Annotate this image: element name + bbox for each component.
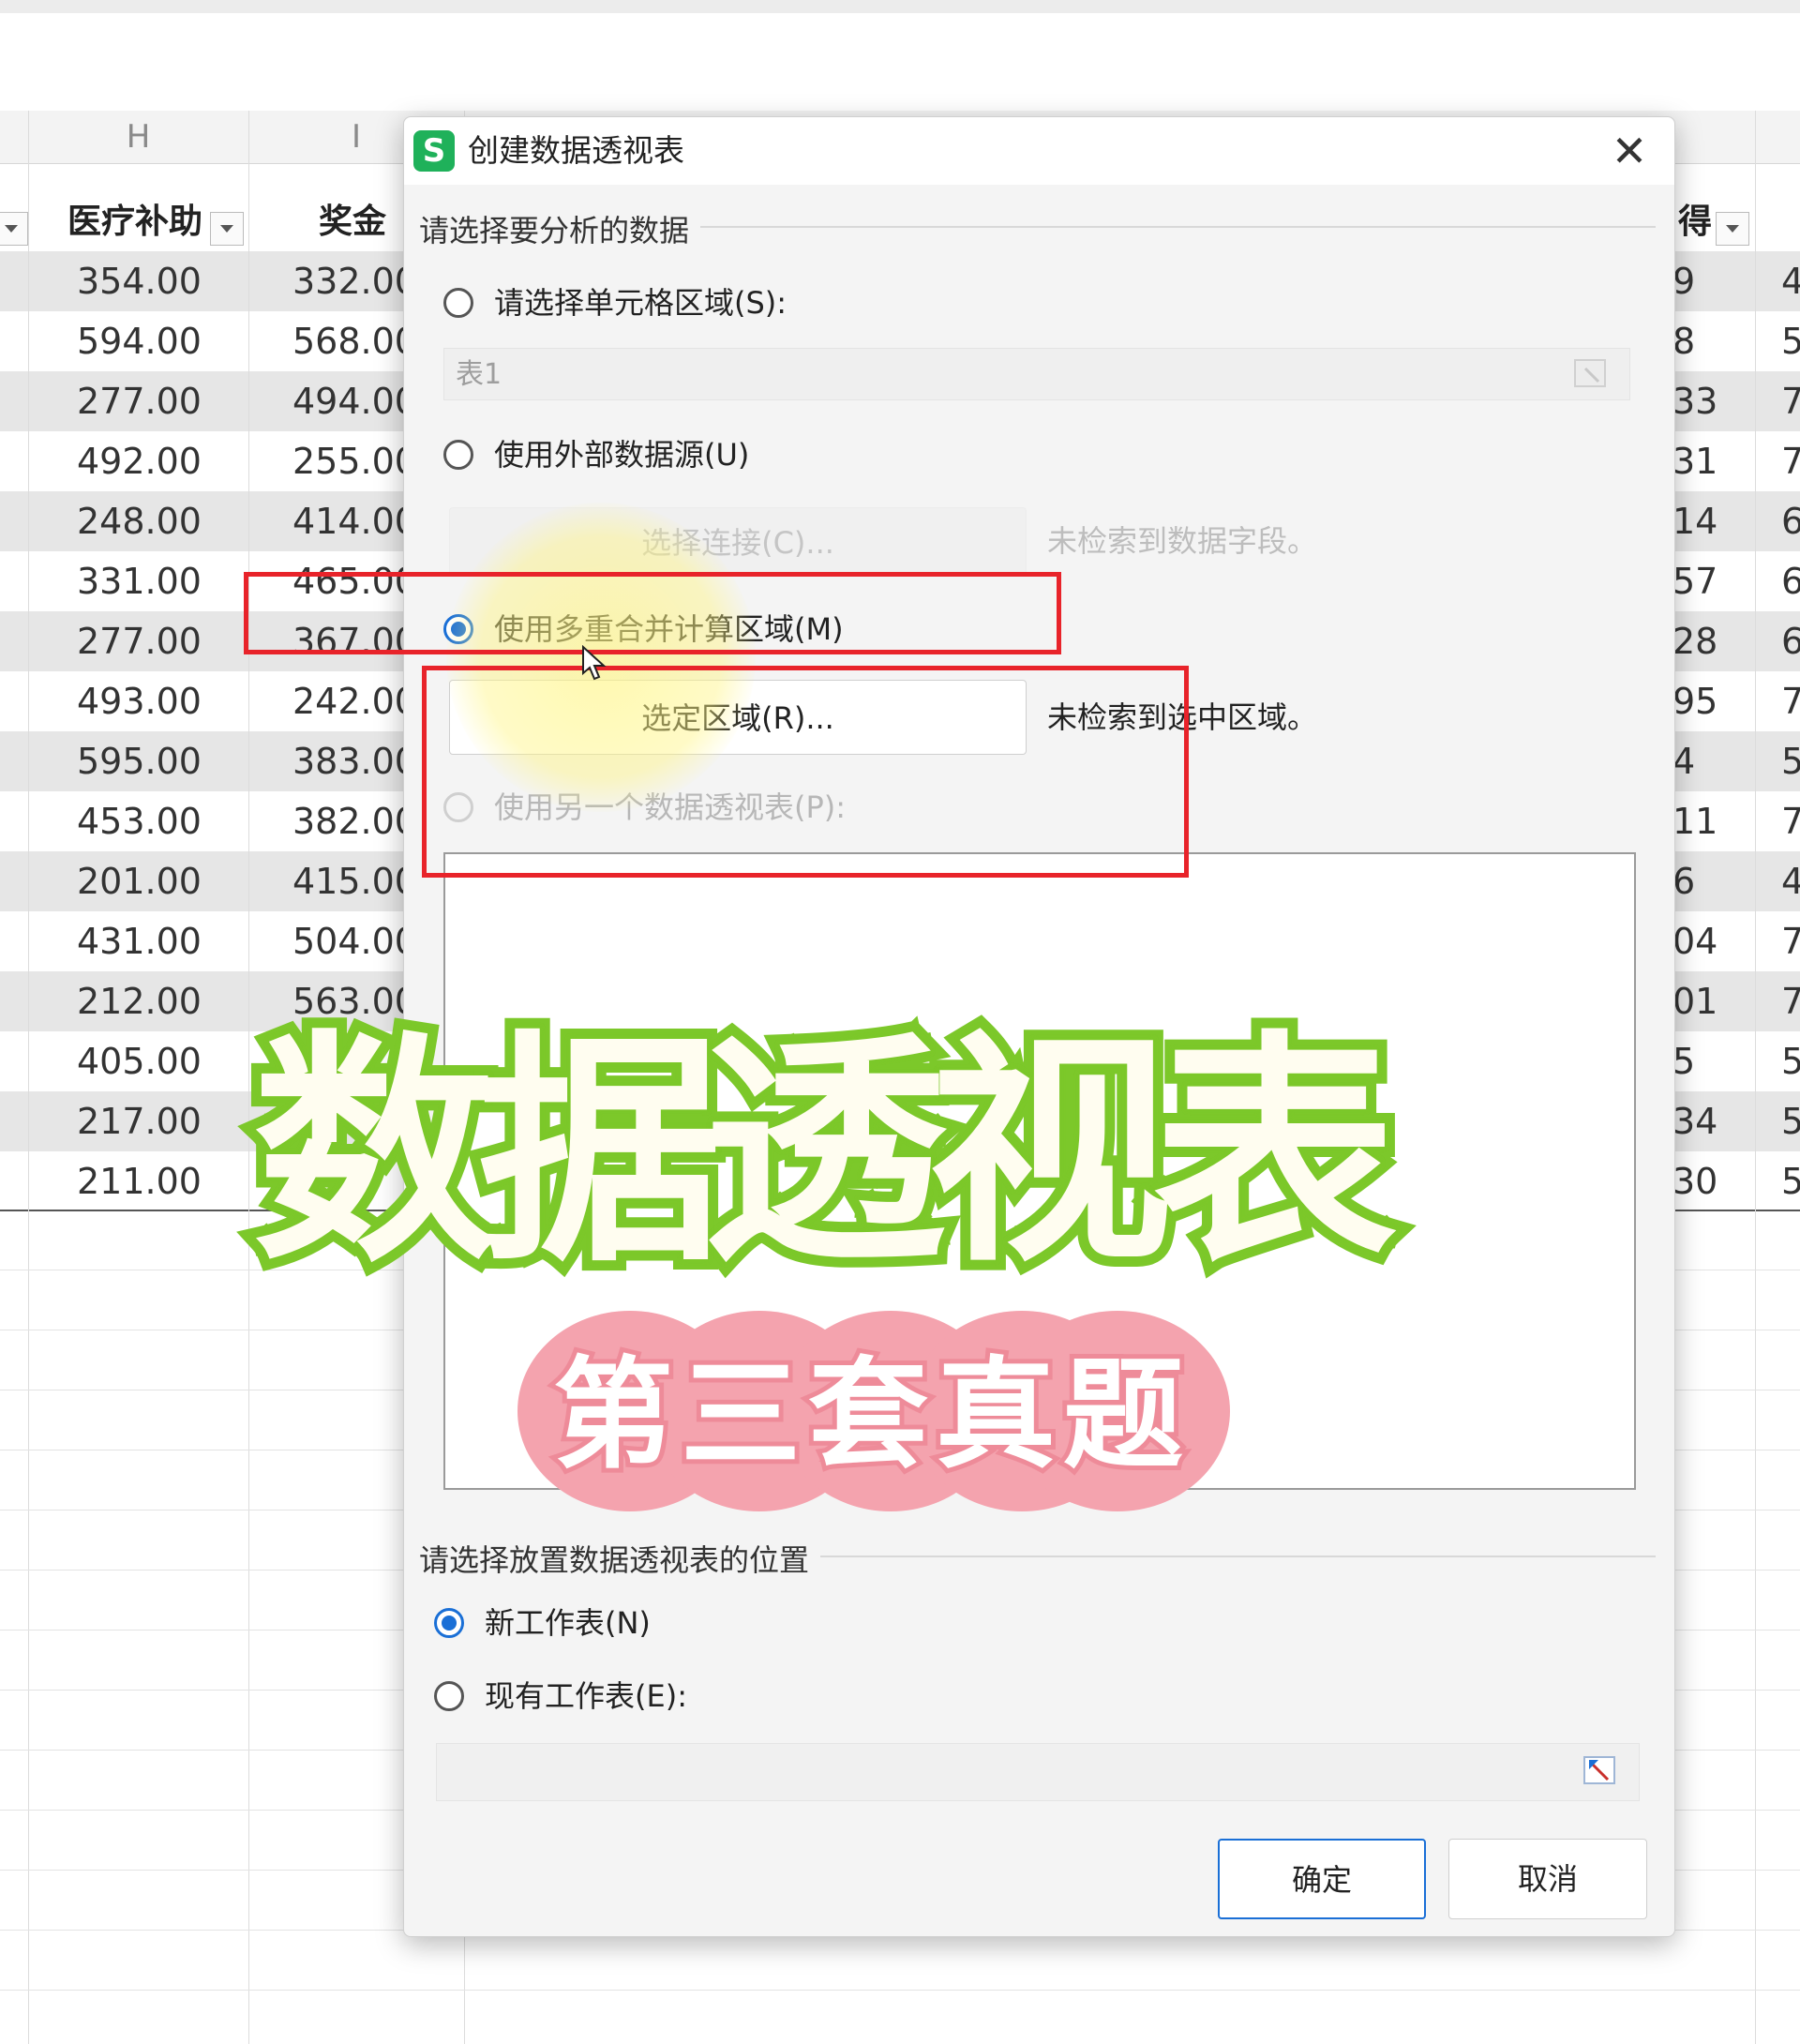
field-header-medical: 医疗补助: [68, 203, 203, 241]
dialog-titlebar: S 创建数据透视表 ✕: [404, 117, 1674, 185]
cell-far-right[interactable]: 5: [1781, 1091, 1800, 1151]
cell-medical[interactable]: 277.00: [77, 371, 202, 431]
cell-bonus[interactable]: 415.00: [292, 851, 417, 911]
cell-bonus[interactable]: 568.00: [292, 311, 417, 371]
cell-bonus[interactable]: 242.00: [292, 671, 417, 731]
cell-bonus[interactable]: 414.00: [292, 491, 417, 551]
radio-external-source[interactable]: [443, 440, 473, 470]
ok-button[interactable]: 确定: [1218, 1839, 1426, 1919]
location-picker-icon[interactable]: [1582, 1752, 1619, 1790]
cell-right-partial[interactable]: 5: [1672, 1031, 1695, 1091]
cell-far-right[interactable]: 5: [1781, 1031, 1800, 1091]
cell-right-partial[interactable]: 34: [1672, 1091, 1718, 1151]
field-header-bonus: 奖金: [319, 203, 387, 241]
radio-existing-sheet-label: 现有工作表(E):: [485, 1678, 687, 1714]
cell-right-partial[interactable]: 30: [1672, 1151, 1718, 1211]
cell-medical[interactable]: 211.00: [77, 1151, 202, 1211]
cell-bonus[interactable]: 494.00: [292, 371, 417, 431]
radio-cell-range[interactable]: [443, 288, 473, 318]
radio-existing-sheet[interactable]: [434, 1681, 464, 1711]
filter-dropdown-medical[interactable]: [210, 212, 244, 246]
mouse-cursor-icon: [582, 645, 607, 681]
cell-right-partial[interactable]: 9: [1672, 251, 1695, 311]
close-button[interactable]: ✕: [1603, 125, 1656, 177]
cell-right-partial[interactable]: 11: [1672, 791, 1718, 851]
cell-bonus[interactable]: 504.00: [292, 911, 417, 971]
cell-far-right[interactable]: 7: [1781, 971, 1800, 1031]
toolbar-strip: [0, 0, 1800, 13]
cell-far-right[interactable]: 7: [1781, 371, 1800, 431]
cell-far-right[interactable]: 6: [1781, 611, 1800, 671]
cell-medical[interactable]: 594.00: [77, 311, 202, 371]
cell-far-right[interactable]: 6: [1781, 551, 1800, 611]
red-annotation-box-option: [244, 572, 1061, 654]
cell-medical[interactable]: 354.00: [77, 251, 202, 311]
grid-line: [248, 111, 249, 2044]
dialog-title: 创建数据透视表: [468, 132, 684, 169]
cell-medical[interactable]: 277.00: [77, 611, 202, 671]
field-header-right-partial: 得: [1678, 203, 1713, 241]
cell-medical[interactable]: 453.00: [77, 791, 202, 851]
cell-right-partial[interactable]: 4: [1672, 731, 1695, 791]
cell-far-right[interactable]: 7: [1781, 791, 1800, 851]
cell-bonus[interactable]: 383.00: [292, 731, 417, 791]
cell-far-right[interactable]: 6: [1781, 491, 1800, 551]
section-location-label: 请选择放置数据透视表的位置: [419, 1537, 821, 1580]
cell-far-right[interactable]: 5: [1781, 1151, 1800, 1211]
filter-dropdown-left[interactable]: [0, 212, 28, 246]
column-header-h[interactable]: H: [28, 111, 248, 163]
cell-bonus[interactable]: 382.00: [292, 791, 417, 851]
cell-right-partial[interactable]: 57: [1672, 551, 1718, 611]
cell-right-partial[interactable]: 95: [1672, 671, 1718, 731]
cell-far-right[interactable]: 7: [1781, 431, 1800, 491]
grid-line: [28, 111, 29, 2044]
grid-line: [0, 1990, 1800, 1991]
cell-medical[interactable]: 431.00: [77, 911, 202, 971]
cell-right-partial[interactable]: 33: [1672, 371, 1718, 431]
radio-new-sheet[interactable]: [434, 1608, 464, 1638]
cell-right-partial[interactable]: 31: [1672, 431, 1718, 491]
no-fields-hint: 未检索到数据字段。: [1047, 523, 1318, 559]
cell-medical[interactable]: 331.00: [77, 551, 202, 611]
cell-far-right[interactable]: 5: [1781, 311, 1800, 371]
cell-medical[interactable]: 492.00: [77, 431, 202, 491]
cell-right-partial[interactable]: 14: [1672, 491, 1718, 551]
filter-dropdown-right[interactable]: [1716, 212, 1749, 246]
cell-medical[interactable]: 248.00: [77, 491, 202, 551]
cell-medical[interactable]: 493.00: [77, 671, 202, 731]
cell-medical[interactable]: 212.00: [77, 971, 202, 1031]
overlay-subtitle: 第三套真题: [548, 1341, 1192, 1490]
wps-sheet-icon: S: [413, 130, 455, 172]
cell-medical[interactable]: 217.00: [77, 1091, 202, 1151]
grid-line: [1755, 111, 1756, 2044]
cell-medical[interactable]: 595.00: [77, 731, 202, 791]
radio-cell-range-label: 请选择单元格区域(S):: [494, 285, 788, 321]
cell-far-right[interactable]: 7: [1781, 911, 1800, 971]
cell-range-input[interactable]: 表1: [443, 348, 1630, 400]
red-annotation-box-range: [422, 666, 1189, 878]
cell-right-partial[interactable]: 8: [1672, 311, 1695, 371]
section-analyze-data-label: 请选择要分析的数据: [419, 207, 701, 250]
cell-far-right[interactable]: 7: [1781, 671, 1800, 731]
cell-medical[interactable]: 405.00: [77, 1031, 202, 1091]
overlay-title: 数据透视表: [243, 1001, 1407, 1305]
cell-medical[interactable]: 201.00: [77, 851, 202, 911]
cell-right-partial[interactable]: 01: [1672, 971, 1718, 1031]
cell-far-right[interactable]: 4: [1781, 251, 1800, 311]
radio-new-sheet-label: 新工作表(N): [485, 1605, 651, 1641]
cell-bonus[interactable]: 255.00: [292, 431, 417, 491]
radio-external-source-label: 使用外部数据源(U): [494, 437, 750, 473]
cell-right-partial[interactable]: 28: [1672, 611, 1718, 671]
cell-right-partial[interactable]: 04: [1672, 911, 1718, 971]
cell-far-right[interactable]: 4: [1781, 851, 1800, 911]
cell-far-right[interactable]: 5: [1781, 731, 1800, 791]
cell-right-partial[interactable]: 6: [1672, 851, 1695, 911]
range-picker-icon[interactable]: [1572, 355, 1610, 393]
existing-sheet-input[interactable]: [436, 1743, 1640, 1801]
cell-bonus[interactable]: 332.00: [292, 251, 417, 311]
cancel-button[interactable]: 取消: [1448, 1839, 1647, 1919]
